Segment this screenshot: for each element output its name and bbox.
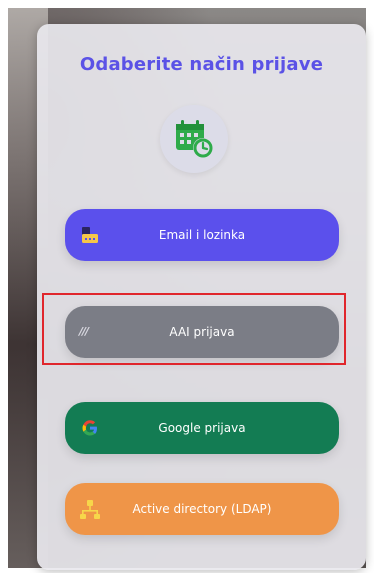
envelope-lock-icon (79, 224, 101, 246)
app-logo (160, 105, 228, 173)
page-title: Odaberite način prijave (79, 54, 324, 75)
email-login-button[interactable]: Email i lozinka (65, 209, 339, 261)
login-method-card: Odaberite način prijave Email i lozinka … (37, 24, 366, 570)
google-login-label: Google prijava (158, 421, 246, 435)
aai-login-label: AAI prijava (169, 325, 235, 339)
email-login-label: Email i lozinka (158, 228, 246, 242)
ldap-login-button[interactable]: Active directory (LDAP) (65, 483, 339, 535)
google-login-button[interactable]: Google prijava (65, 402, 339, 454)
aai-logo-icon: /// (79, 325, 89, 338)
network-tree-icon (79, 498, 101, 520)
calendar-clock-icon (176, 120, 213, 158)
ldap-login-label: Active directory (LDAP) (132, 502, 272, 516)
aai-login-button[interactable]: /// AAI prijava (65, 306, 339, 358)
google-logo-icon (79, 417, 101, 439)
